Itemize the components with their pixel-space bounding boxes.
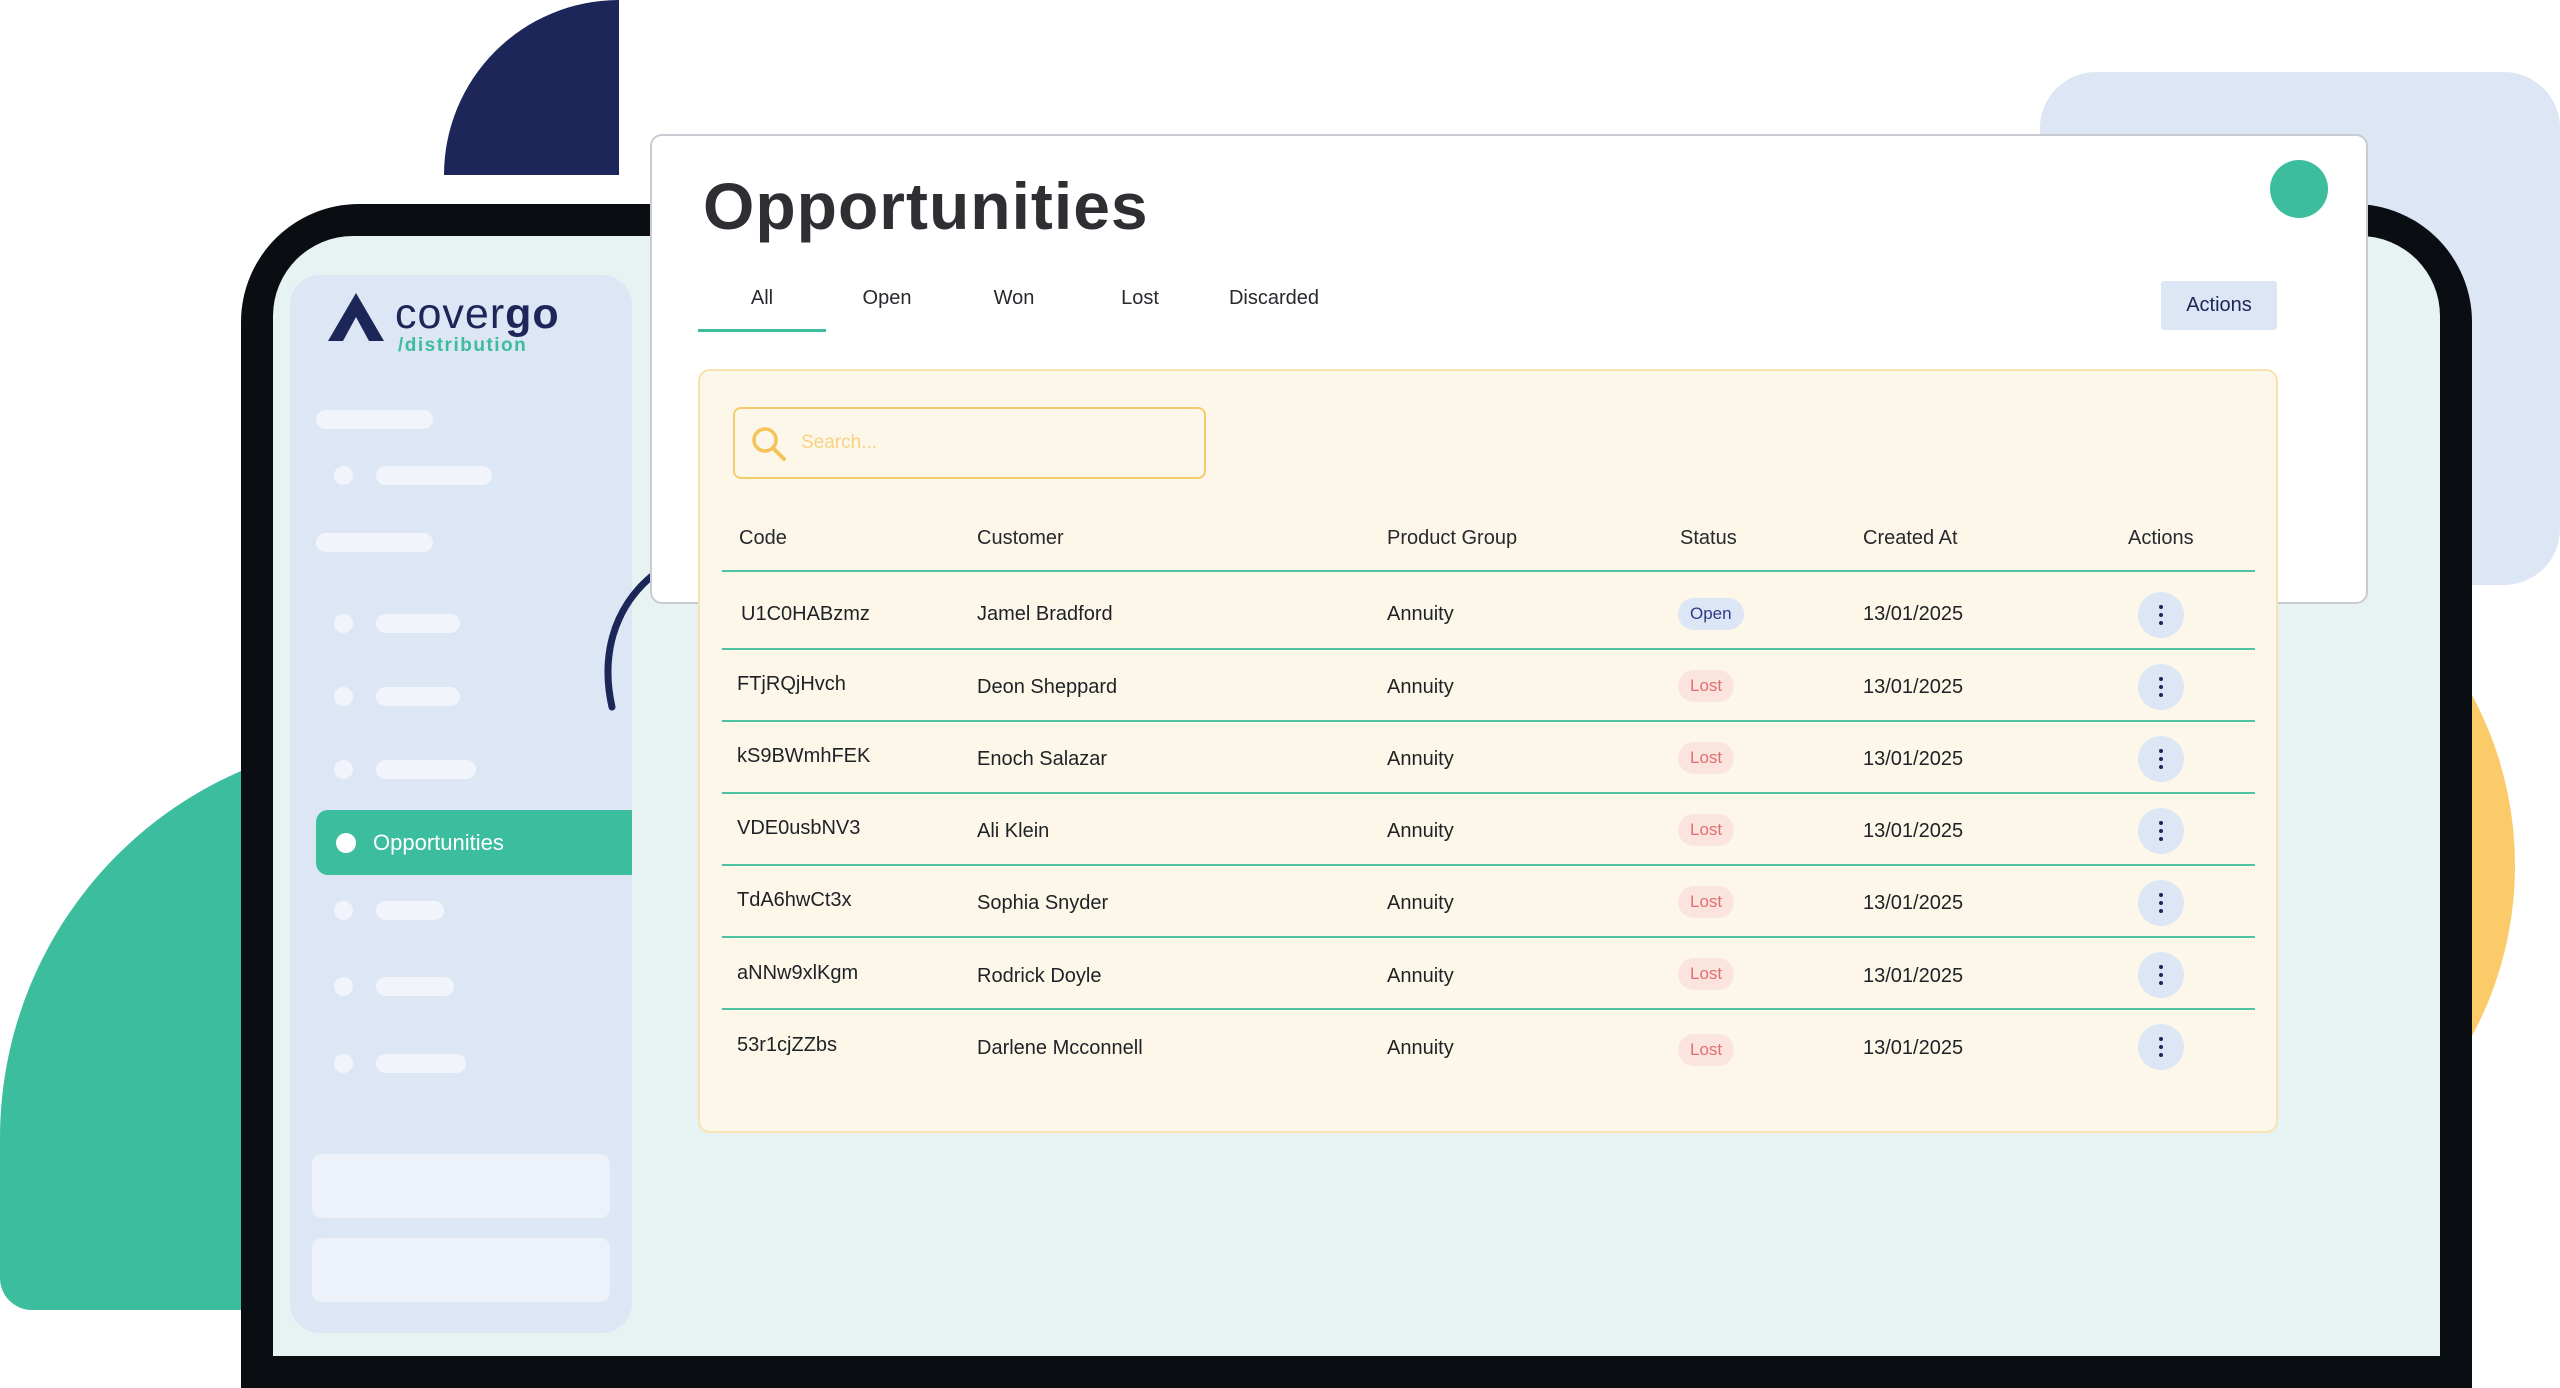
- brand-logo[interactable]: covergo /distribution: [328, 287, 598, 357]
- table-row[interactable]: TdA6hwCt3x Sophia Snyder Annuity Lost 13…: [722, 866, 2255, 938]
- table-row[interactable]: FTjRQjHvch Deon Sheppard Annuity Lost 13…: [722, 650, 2255, 722]
- cell-product-group: Annuity: [1387, 603, 1454, 625]
- cell-customer: Ali Klein: [977, 820, 1050, 842]
- tab-open[interactable]: Open: [840, 282, 934, 332]
- status-badge-open: Open: [1678, 598, 1744, 630]
- cell-customer: Rodrick Doyle: [977, 965, 1102, 987]
- sidebar-footer-placeholder: [312, 1154, 610, 1218]
- cell-code: kS9BWmhFEK: [737, 745, 871, 767]
- sidebar-item-placeholder[interactable]: [376, 760, 476, 779]
- cell-customer: Jamel Bradford: [977, 603, 1113, 625]
- sidebar-item-placeholder-dot: [334, 614, 353, 633]
- column-header-status[interactable]: Status: [1680, 522, 1737, 554]
- tab-lost[interactable]: Lost: [1100, 282, 1180, 332]
- actions-button[interactable]: Actions: [2161, 281, 2277, 330]
- sidebar-item-placeholder-dot: [334, 687, 353, 706]
- sidebar-item-label: Opportunities: [373, 830, 504, 855]
- column-header-customer[interactable]: Customer: [977, 522, 1064, 554]
- sidebar-item-placeholder[interactable]: [376, 1054, 466, 1073]
- sidebar-item-opportunities[interactable]: Opportunities: [316, 810, 632, 875]
- table-row[interactable]: kS9BWmhFEK Enoch Salazar Annuity Lost 13…: [722, 722, 2255, 794]
- page-title: Opportunities: [703, 169, 1149, 243]
- brand-subtitle: /distribution: [398, 335, 528, 356]
- cell-product-group: Annuity: [1387, 676, 1454, 698]
- cell-created-at: 13/01/2025: [1863, 748, 1964, 770]
- row-actions-button[interactable]: [2138, 592, 2184, 638]
- row-actions-button[interactable]: [2138, 952, 2184, 998]
- sidebar-item-placeholder-dot: [334, 977, 353, 996]
- cell-created-at: 13/01/2025: [1863, 676, 1964, 698]
- table-header-divider: [722, 570, 2255, 572]
- cell-created-at: 13/01/2025: [1863, 603, 1964, 625]
- column-header-created-at[interactable]: Created At: [1863, 522, 1958, 554]
- cell-customer: Enoch Salazar: [977, 748, 1108, 770]
- column-header-actions: Actions: [2128, 527, 2194, 549]
- sidebar-item-dot: [336, 833, 356, 853]
- cell-code: aNNw9xlKgm: [737, 962, 859, 984]
- row-actions-button[interactable]: [2138, 808, 2184, 854]
- cell-product-group: Annuity: [1387, 965, 1454, 987]
- status-badge-lost: Lost: [1678, 814, 1735, 846]
- cell-code: TdA6hwCt3x: [737, 889, 852, 911]
- row-actions-button[interactable]: [2138, 1024, 2184, 1070]
- cell-customer: Sophia Snyder: [977, 892, 1109, 914]
- row-actions-button[interactable]: [2138, 664, 2184, 710]
- sidebar-item-placeholder[interactable]: [376, 901, 444, 920]
- brand-name: covergo: [395, 290, 560, 338]
- status-badge-lost: Lost: [1678, 742, 1735, 774]
- sidebar-item-placeholder-dot: [334, 1054, 353, 1073]
- column-header-product-group[interactable]: Product Group: [1387, 522, 1517, 554]
- cell-created-at: 13/01/2025: [1863, 892, 1964, 914]
- sidebar-footer-placeholder: [312, 1238, 610, 1302]
- sidebar: covergo /distribution Opportunities: [290, 275, 632, 1333]
- sidebar-item-placeholder-dot: [334, 901, 353, 920]
- tab-discarded[interactable]: Discarded: [1212, 282, 1336, 332]
- decorative-navy-quarter-circle: [444, 0, 619, 175]
- sidebar-item-placeholder-dot: [334, 760, 353, 779]
- sidebar-item-placeholder[interactable]: [376, 466, 492, 485]
- row-actions-button[interactable]: [2138, 736, 2184, 782]
- status-badge-lost: Lost: [1678, 1034, 1735, 1066]
- sidebar-item-placeholder-dot: [334, 466, 353, 485]
- row-actions-button[interactable]: [2138, 880, 2184, 926]
- search-icon: [752, 427, 786, 461]
- cell-code: 53r1cjZZbs: [737, 1034, 838, 1056]
- search-box[interactable]: [733, 407, 1206, 479]
- table-row[interactable]: aNNw9xlKgm Rodrick Doyle Annuity Lost 13…: [722, 938, 2255, 1010]
- cell-product-group: Annuity: [1387, 892, 1454, 914]
- table-row[interactable]: U1C0HABzmz Jamel Bradford Annuity Open 1…: [722, 578, 2255, 650]
- cell-product-group: Annuity: [1387, 748, 1454, 770]
- status-badge-lost: Lost: [1678, 886, 1735, 918]
- search-input[interactable]: [801, 423, 1191, 463]
- cell-product-group: Annuity: [1387, 1037, 1454, 1059]
- sidebar-section-placeholder: [316, 533, 433, 552]
- cell-customer: Darlene Mcconnell: [977, 1037, 1143, 1059]
- column-header-code[interactable]: Code: [739, 522, 787, 554]
- cell-product-group: Annuity: [1387, 820, 1454, 842]
- table-row[interactable]: VDE0usbNV3 Ali Klein Annuity Lost 13/01/…: [722, 794, 2255, 866]
- cell-customer: Deon Sheppard: [977, 676, 1118, 698]
- marketing-stage: covergo /distribution Opportunities Oppo…: [0, 0, 2560, 1388]
- cell-created-at: 13/01/2025: [1863, 1037, 1964, 1059]
- cell-created-at: 13/01/2025: [1863, 820, 1964, 842]
- cell-code: VDE0usbNV3: [737, 817, 861, 839]
- tab-all[interactable]: All: [698, 282, 826, 332]
- sidebar-item-placeholder[interactable]: [376, 687, 460, 706]
- sidebar-section-placeholder: [316, 410, 433, 429]
- status-badge-lost: Lost: [1678, 958, 1735, 990]
- tab-won[interactable]: Won: [974, 282, 1054, 332]
- status-indicator-dot: [2270, 160, 2328, 218]
- status-badge-lost: Lost: [1678, 670, 1735, 702]
- cell-code: FTjRQjHvch: [737, 673, 846, 695]
- sidebar-item-placeholder[interactable]: [376, 977, 454, 996]
- cell-created-at: 13/01/2025: [1863, 965, 1964, 987]
- covergo-logo-icon: [328, 293, 384, 341]
- sidebar-item-placeholder[interactable]: [376, 614, 460, 633]
- cell-code: U1C0HABzmz: [741, 603, 870, 625]
- table-row[interactable]: 53r1cjZZbs Darlene Mcconnell Annuity Los…: [722, 1010, 2255, 1082]
